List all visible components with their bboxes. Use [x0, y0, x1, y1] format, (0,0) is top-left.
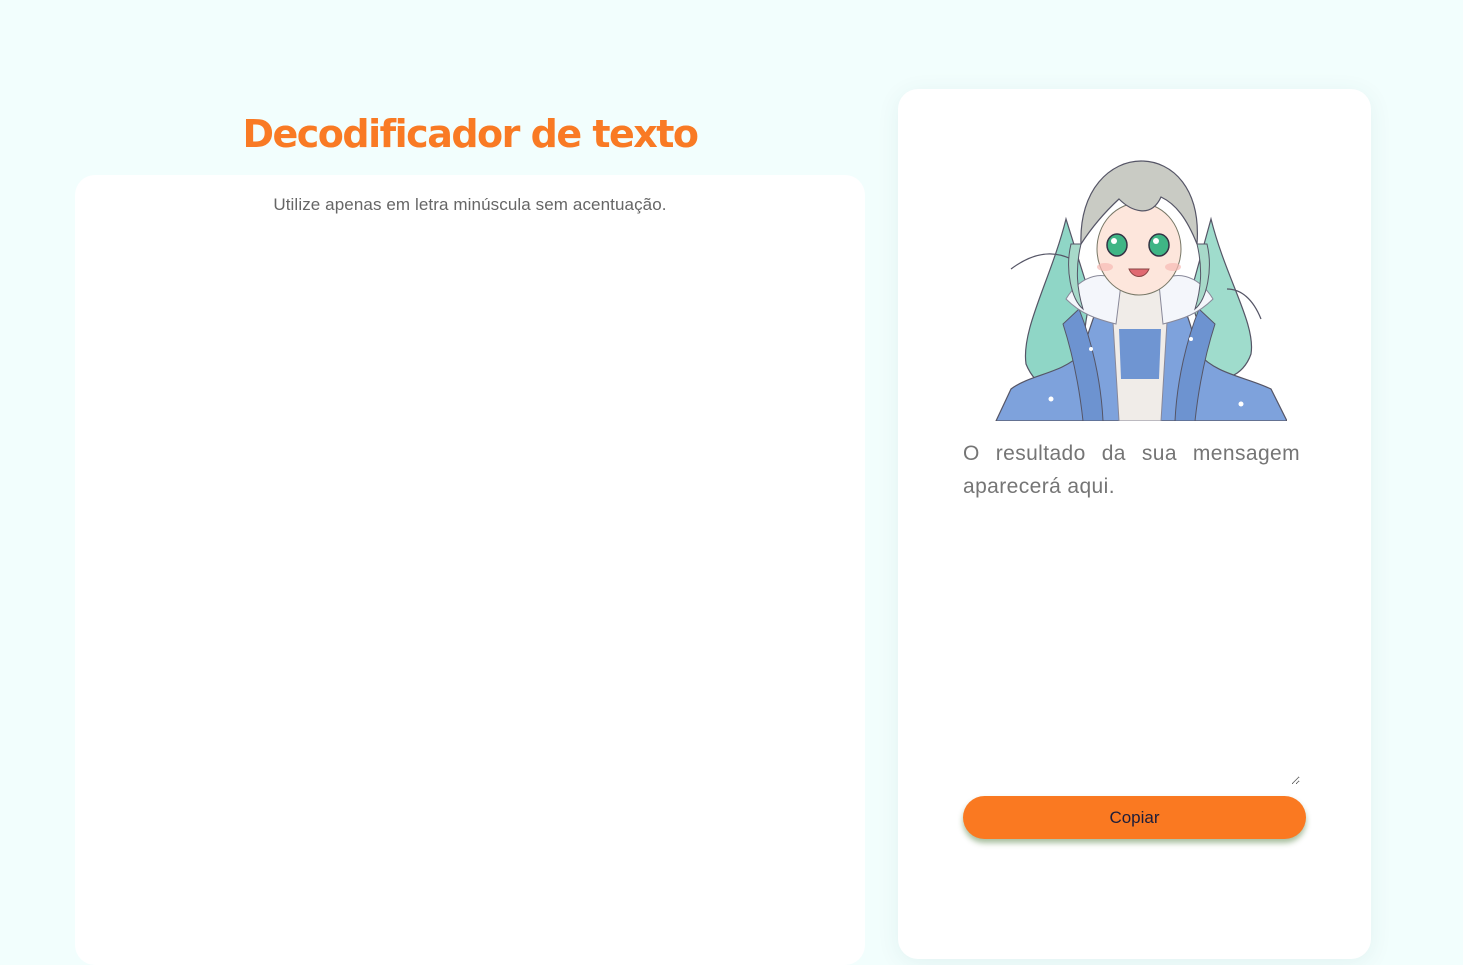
- input-panel: Utilize apenas em letra minúscula sem ac…: [75, 175, 865, 965]
- result-output[interactable]: [963, 437, 1300, 785]
- page-title: Decodificador de texto: [242, 112, 699, 156]
- output-panel: Copiar: [898, 89, 1371, 959]
- copy-button[interactable]: Copiar: [963, 796, 1306, 839]
- anime-girl-illustration: [995, 160, 1287, 421]
- input-hint: Utilize apenas em letra minúscula sem ac…: [273, 195, 667, 214]
- message-input[interactable]: [105, 235, 835, 915]
